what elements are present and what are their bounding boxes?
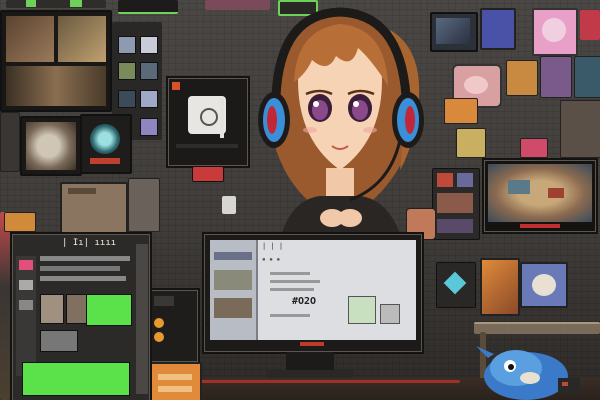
map-game-screen — [488, 164, 592, 222]
wall-panel-right-low — [436, 262, 476, 308]
framed-art-blue — [520, 262, 568, 308]
screen-title-text: | | | — [262, 242, 284, 250]
robot-mascot-icon — [476, 346, 580, 400]
monitor-logo — [300, 342, 324, 346]
poster-yellow-mid — [456, 128, 486, 158]
desk-side-table — [474, 322, 600, 334]
poster-orange-mid — [444, 98, 478, 124]
map-game-monitor — [482, 158, 598, 234]
left-terminal-green-bottom — [22, 362, 130, 396]
top-center-bar — [118, 0, 178, 14]
left-top-chip — [4, 212, 36, 232]
left-edge-panel — [0, 112, 20, 172]
poster-pink-mid — [520, 138, 548, 158]
character-illustration — [258, 7, 424, 240]
left-terminal-header: | Iı| ıııı — [62, 238, 117, 248]
screen-image-green — [348, 296, 376, 324]
monitor-base — [266, 370, 354, 378]
wall-panel-small — [128, 178, 160, 232]
red-sticky-note — [192, 166, 224, 182]
desk-cable-red — [200, 380, 460, 383]
top-label-strip — [6, 0, 106, 8]
left-edge-strip — [0, 212, 10, 400]
left-terminal-green-panel — [86, 294, 132, 326]
center-monitor-screen: | | | ▪ ▪ ▪ #O2O — [210, 240, 416, 340]
console-box — [166, 76, 250, 168]
pixel-art-scene: | | | ▪ ▪ ▪ #O2O | Iı| ıııı — [0, 0, 600, 400]
wall-panel-white — [222, 196, 236, 214]
poster-photo-topleft — [0, 10, 112, 112]
poster-right-column — [560, 100, 600, 158]
screen-image-gray — [380, 304, 400, 324]
poster-pink-creature — [532, 8, 578, 56]
wall-panel-beige — [60, 182, 128, 234]
poster-right-edge — [574, 56, 600, 98]
screen-subtitle-text: ▪ ▪ ▪ — [262, 256, 281, 263]
left-terminal-device: | Iı| ıııı — [10, 232, 152, 400]
round-gadget-widget — [80, 114, 132, 174]
poster-koala-left — [20, 116, 82, 176]
poster-orange-art — [506, 60, 538, 96]
screen-code-text: #O2O — [292, 296, 317, 307]
poster-right-stack — [540, 56, 572, 98]
poster-red-chip — [580, 10, 600, 40]
orange-box — [150, 362, 202, 400]
monitor-stand — [286, 352, 334, 372]
poster-blue-topright — [480, 8, 516, 50]
center-monitor: | | | ▪ ▪ ▪ #O2O — [202, 232, 424, 354]
framed-art-orange — [480, 258, 520, 316]
